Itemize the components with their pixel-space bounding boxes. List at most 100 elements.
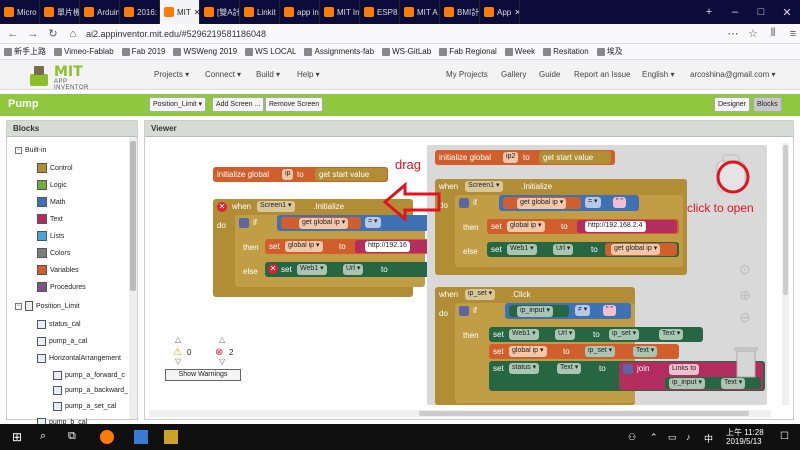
browser-tab[interactable]: MIT In✕: [320, 0, 360, 24]
error-icon[interactable]: ✕: [217, 202, 227, 212]
text-dropdown[interactable]: Text ▾: [633, 346, 658, 357]
file-explorer-icon[interactable]: [134, 430, 148, 444]
category-logic[interactable]: Logic: [37, 180, 67, 190]
if-block[interactable]: if get global ip ▾ = ▾ then set global i…: [235, 215, 437, 287]
if-block[interactable]: if get global ip ▾ = ▾ " " then set glob…: [455, 195, 683, 267]
browser-tab[interactable]: app in✕: [280, 0, 320, 24]
prev-warning-icon[interactable]: △: [175, 335, 181, 344]
browser-tab[interactable]: Arduin✕: [80, 0, 120, 24]
gear-icon[interactable]: [459, 306, 469, 316]
bookmark-item[interactable]: Assignments-fab: [304, 47, 374, 56]
category-text[interactable]: Text: [37, 214, 63, 224]
library-icon[interactable]: ⫴: [766, 27, 780, 40]
search-icon[interactable]: ⌕: [40, 430, 54, 444]
clock-date[interactable]: 2019/5/13: [726, 437, 762, 446]
bookmark-item[interactable]: WS-GitLab: [382, 47, 431, 56]
blocks-scrollbar[interactable]: [129, 137, 137, 419]
bookmark-item[interactable]: Fab Regional: [439, 47, 497, 56]
var-name-ip2[interactable]: ip2: [503, 152, 519, 163]
gear-icon[interactable]: [459, 198, 469, 208]
people-icon[interactable]: ⚇: [628, 432, 636, 443]
screen1-dropdown[interactable]: Screen1 ▾: [465, 181, 503, 192]
maximize-icon[interactable]: □: [748, 6, 774, 19]
account-menu[interactable]: arcoshina@gmail.com ▾: [690, 70, 776, 79]
gear-icon[interactable]: [239, 218, 249, 228]
menu-icon[interactable]: ≡: [786, 28, 800, 40]
viewer-h-scrollbar[interactable]: [149, 410, 771, 417]
eq-dropdown[interactable]: = ▾: [365, 217, 381, 228]
set-web1-url-block[interactable]: ✕ set Web1 ▾ Url ▾ to: [265, 262, 435, 277]
get-global-ip-block[interactable]: get global ip ▾: [605, 243, 677, 256]
set-var-dropdown[interactable]: global ip ▾: [509, 346, 547, 357]
firefox-icon[interactable]: [100, 430, 114, 444]
collapse-icon[interactable]: −: [15, 302, 22, 310]
reload-icon[interactable]: ↻: [46, 27, 60, 40]
my-projects-link[interactable]: My Projects: [446, 70, 488, 79]
init-global-ip-block[interactable]: initialize global ip to get start value: [213, 167, 388, 182]
browser-tab[interactable]: App✕: [480, 0, 520, 24]
designer-button[interactable]: Designer: [714, 97, 751, 112]
bookmark-item[interactable]: Resitation: [543, 47, 589, 56]
global-ip-dropdown[interactable]: get global ip ▾: [517, 198, 567, 209]
browser-tab[interactable]: Micro✕: [0, 0, 40, 24]
guide-link[interactable]: Guide: [539, 70, 560, 79]
prev-error-icon[interactable]: △: [219, 335, 225, 344]
gear-icon[interactable]: [623, 364, 633, 374]
ip-set-dropdown[interactable]: ip_set ▾: [465, 289, 496, 300]
set-var-dropdown[interactable]: global ip ▾: [507, 221, 545, 232]
browser-tab[interactable]: 單片機學✕: [40, 0, 80, 24]
screen-select[interactable]: Position_Limit ▾: [149, 97, 207, 112]
url-dropdown[interactable]: Url ▾: [555, 329, 576, 340]
zoom-in-icon[interactable]: ⊕: [739, 287, 751, 304]
set-var-dropdown[interactable]: global ip ▾: [285, 241, 323, 252]
error-icon[interactable]: ✕: [268, 264, 278, 274]
component-item[interactable]: pump_a_cal: [37, 337, 87, 346]
category-variables[interactable]: Variables: [37, 265, 79, 275]
viewer-v-scroll-thumb[interactable]: [783, 145, 788, 295]
ime-icon[interactable]: 中: [704, 432, 713, 445]
http-text[interactable]: http://192.168.2.4: [585, 221, 646, 232]
report-issue-link[interactable]: Report an Issue: [574, 70, 630, 79]
global-ip-dropdown[interactable]: get global ip ▾: [299, 218, 349, 229]
category-procedures[interactable]: Procedures: [37, 282, 86, 292]
bookmark-item[interactable]: WS LOCAL: [245, 47, 296, 56]
collapse-icon[interactable]: −: [15, 147, 22, 154]
zoom-out-icon[interactable]: ⊖: [739, 309, 751, 326]
category-lists[interactable]: Lists: [37, 231, 64, 241]
category-control[interactable]: Control: [37, 163, 73, 173]
bookmark-item[interactable]: Vimeo-Fablab: [54, 47, 114, 56]
browser-tab[interactable]: BMI計✕: [440, 0, 480, 24]
windows-start-icon[interactable]: ⊞: [12, 430, 26, 444]
network-icon[interactable]: ▭: [668, 432, 677, 443]
url-dropdown[interactable]: Url ▾: [343, 264, 364, 275]
remove-screen-button[interactable]: Remove Screen: [265, 97, 324, 112]
screen-node[interactable]: − Position_Limit: [15, 301, 80, 311]
app-inventor-logo[interactable]: MIT APP INVENTOR: [24, 62, 88, 91]
url-dropdown[interactable]: Url ▾: [553, 244, 574, 255]
ip-set-dropdown[interactable]: ip_set ▾: [609, 329, 640, 340]
close-tab-icon[interactable]: ✕: [514, 8, 519, 17]
set-web1-url-block[interactable]: set Web1 ▾ Url ▾ to get global ip ▾: [487, 242, 679, 257]
notifications-icon[interactable]: ☐: [780, 431, 789, 442]
init-global-ip2-block[interactable]: initialize global ip2 to get start value: [435, 150, 615, 165]
trash-icon[interactable]: [731, 343, 761, 379]
set-web1-url-text-block[interactable]: set Web1 ▾ Url ▾ to ip_set ▾ Text ▾: [489, 327, 703, 342]
bookmark-star-icon[interactable]: ☆: [746, 27, 760, 40]
browser-tab[interactable]: 2016:✕: [120, 0, 160, 24]
browser-tab[interactable]: MIT A✕: [400, 0, 440, 24]
new-tab-icon[interactable]: +: [696, 6, 722, 19]
builtin-node[interactable]: − Built-in: [15, 147, 46, 154]
more-icon[interactable]: ⋯: [726, 27, 740, 40]
set-global-ip-text-block[interactable]: set global ip ▾ to ip_set ▾ Text ▾: [489, 344, 679, 359]
global-ip-dropdown[interactable]: get global ip ▾: [611, 244, 661, 255]
tray-arrow-icon[interactable]: ⌃: [650, 432, 658, 443]
text-dropdown[interactable]: Text ▾: [557, 363, 582, 374]
component-item[interactable]: status_cal: [37, 320, 81, 329]
blocks-workspace[interactable]: initialize global ip to get start value …: [149, 143, 781, 405]
viewer-v-scrollbar[interactable]: [782, 143, 789, 405]
get-start-value-block[interactable]: get start value: [539, 151, 611, 164]
menu-connect[interactable]: Connect ▾: [205, 70, 241, 79]
neq-dropdown[interactable]: ≠ ▾: [575, 305, 591, 316]
next-error-icon[interactable]: ▽: [219, 357, 225, 366]
minimize-icon[interactable]: –: [722, 6, 748, 19]
